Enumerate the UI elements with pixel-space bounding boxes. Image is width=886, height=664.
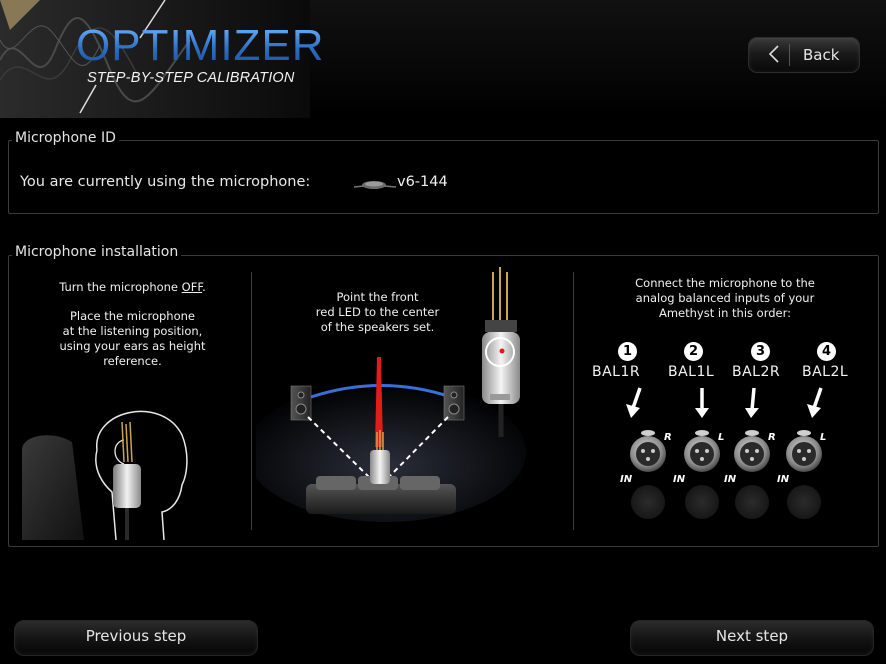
instruction-turn-off: Turn the microphone OFF.	[20, 280, 245, 295]
input-label-bal1r: BAL1R	[592, 364, 641, 380]
instruction-turn-off-prefix: Turn the microphone	[59, 280, 182, 294]
step-number-1: 1	[618, 342, 637, 361]
next-step-button[interactable]: Next step	[630, 620, 874, 656]
app-logo-title: OPTIMIZER	[76, 21, 325, 70]
app-logo-subtitle: STEP-BY-STEP CALIBRATION	[87, 70, 295, 86]
instruction-line: Connect the microphone to the	[635, 276, 815, 290]
microphone-id-title: Microphone ID	[12, 130, 119, 146]
step-number-4: 4	[817, 342, 836, 361]
column-divider	[251, 272, 252, 530]
input-label-bal1l: BAL1L	[668, 364, 715, 380]
instruction-turn-off-suffix: .	[202, 280, 206, 294]
microphone-icon	[354, 181, 396, 189]
instruction-off-emphasis: OFF	[181, 280, 203, 294]
microphone-installation-title: Microphone installation	[12, 244, 182, 260]
instruction-line: reference.	[103, 354, 162, 368]
svg-text:L: L	[820, 432, 826, 443]
svg-text:IN: IN	[673, 474, 686, 485]
microphone-id-value: v6-144	[397, 174, 448, 190]
speaker-setup-illustration	[256, 267, 526, 522]
instruction-line: Place the microphone	[70, 309, 195, 323]
instruction-connect-inputs: Connect the microphone to the analog bal…	[580, 276, 870, 321]
instruction-line: analog balanced inputs of your	[635, 291, 815, 305]
header: OPTIMIZER STEP-BY-STEP CALIBRATION Back	[0, 0, 886, 118]
back-button-label: Back	[803, 46, 840, 64]
svg-text:IN: IN	[777, 474, 790, 485]
step-number-3: 3	[751, 342, 770, 361]
svg-text:R: R	[768, 432, 776, 443]
back-button-separator	[789, 44, 790, 66]
instruction-line: at the listening position,	[62, 324, 203, 338]
previous-step-button[interactable]: Previous step	[14, 620, 258, 656]
back-button[interactable]: Back	[748, 37, 860, 73]
column-divider	[573, 272, 574, 530]
instruction-placement: Place the microphone at the listening po…	[20, 309, 245, 369]
svg-text:IN: IN	[724, 474, 737, 485]
input-label-bal2l: BAL2L	[802, 364, 849, 380]
instruction-line: using your ears as height	[59, 339, 206, 353]
xlr-inputs-illustration: R IN L IN R IN L IN	[620, 387, 826, 519]
chevron-left-icon	[768, 45, 779, 63]
svg-text:L: L	[718, 432, 724, 443]
input-label-bal2r: BAL2R	[732, 364, 781, 380]
instruction-line: Amethyst in this order:	[658, 306, 792, 320]
step-number-2: 2	[684, 342, 703, 361]
microphone-id-label: You are currently using the microphone:	[20, 174, 311, 190]
optimizer-window: OPTIMIZER STEP-BY-STEP CALIBRATION Back …	[0, 0, 886, 664]
svg-text:R: R	[664, 432, 672, 443]
head-with-microphone-illustration	[22, 410, 188, 540]
svg-text:IN: IN	[620, 474, 633, 485]
